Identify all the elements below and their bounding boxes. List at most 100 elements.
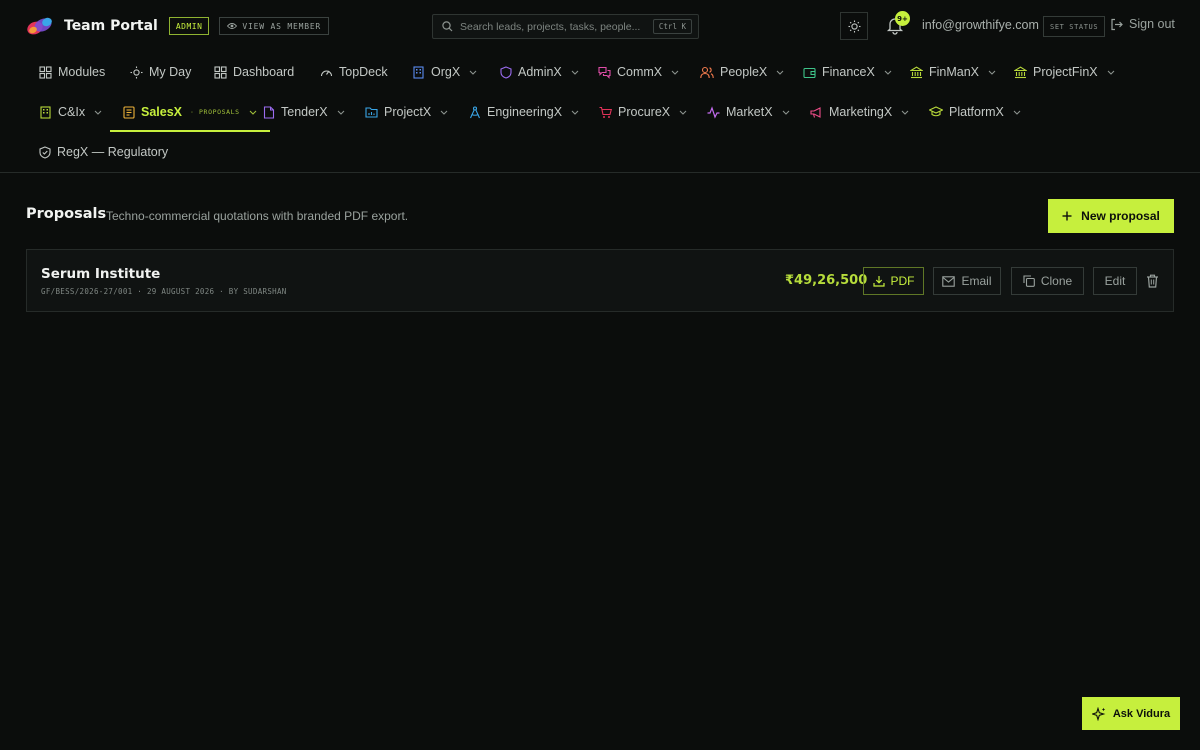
- chevron-down-icon: [679, 110, 687, 115]
- nav-item-label: PeopleX: [720, 65, 768, 79]
- email-label: Email: [961, 274, 992, 288]
- nav-item-my-day[interactable]: My Day: [130, 52, 191, 92]
- nav-item-commx[interactable]: CommX: [598, 52, 679, 92]
- nav-sub-label-text: PROPOSALS: [199, 108, 240, 116]
- nav-item-peoplex[interactable]: PeopleX: [700, 52, 784, 92]
- nav-item-tenderx[interactable]: TenderX: [263, 92, 345, 132]
- shield-icon: [500, 65, 512, 79]
- ask-assistant-button[interactable]: Ask Vidura: [1082, 697, 1180, 730]
- nav-item-label: My Day: [149, 65, 192, 79]
- pdf-label: PDF: [890, 274, 915, 288]
- nav-item-engineeringx[interactable]: EngineeringX: [469, 92, 579, 132]
- nav-item-label: ProcureX: [618, 105, 671, 119]
- set-status-button[interactable]: SET STATUS: [1043, 16, 1106, 37]
- app-title: Team Portal: [64, 18, 158, 34]
- nav-item-marketx[interactable]: MarketX: [707, 92, 790, 132]
- nav-item-dashboard[interactable]: Dashboard: [214, 52, 294, 92]
- chevron-down-icon: [94, 110, 102, 115]
- document-icon: [123, 105, 135, 119]
- nav-item-adminx[interactable]: AdminX: [500, 52, 579, 92]
- page-title: Proposals: [26, 206, 107, 222]
- view-as-member-button[interactable]: VIEW AS MEMBER: [219, 17, 330, 35]
- mail-icon: [942, 275, 956, 287]
- user-email: info@growthifye.com: [922, 18, 1039, 32]
- nav-item-label: ProjectX: [384, 105, 432, 119]
- nav-item-cix[interactable]: C&Ix: [39, 92, 102, 132]
- nav-item-procurex[interactable]: ProcureX: [599, 92, 687, 132]
- top-bar: Team Portal ADMIN VIEW AS MEMBER Ctrl K …: [0, 0, 1200, 52]
- role-badge: ADMIN: [168, 17, 210, 35]
- search-input[interactable]: [460, 20, 653, 33]
- nav-item-projectx[interactable]: ProjectX: [365, 92, 448, 132]
- chevron-down-icon: [440, 110, 448, 115]
- nav-item-marketingx[interactable]: MarketingX: [810, 92, 909, 132]
- nav-item-label: C&Ix: [58, 105, 86, 119]
- nav-item-salesx[interactable]: SalesX · PROPOSALS: [110, 92, 270, 132]
- sign-out-icon: [1110, 18, 1123, 31]
- notification-count-badge: 9+: [895, 11, 910, 26]
- nav-sub-label: · PROPOSALS: [190, 108, 240, 116]
- nav-item-label: Dashboard: [233, 65, 295, 79]
- nav-item-topdeck[interactable]: TopDeck: [320, 52, 388, 92]
- clone-label: Clone: [1040, 274, 1073, 288]
- cart-icon: [599, 106, 612, 119]
- nav-item-label: PlatformX: [949, 105, 1004, 119]
- edit-label: Edit: [1104, 274, 1126, 288]
- nav-item-label: EngineeringX: [487, 105, 563, 119]
- new-proposal-label: New proposal: [1081, 209, 1160, 223]
- new-proposal-button[interactable]: New proposal: [1048, 199, 1174, 233]
- search-box[interactable]: Ctrl K: [432, 14, 699, 39]
- nav-item-label: TopDeck: [339, 65, 388, 79]
- chevron-down-icon: [988, 70, 996, 75]
- pdf-download-button[interactable]: PDF: [863, 267, 924, 295]
- file-icon: [263, 105, 275, 119]
- nav-item-label: MarketX: [726, 105, 773, 119]
- nav-item-label: TenderX: [281, 105, 328, 119]
- chevron-down-icon: [469, 70, 477, 75]
- search-icon: [442, 21, 453, 32]
- trash-icon: [1146, 274, 1160, 288]
- nav-item-orgx[interactable]: OrgX: [412, 52, 477, 92]
- nav-item-label: MarketingX: [829, 105, 893, 119]
- eye-icon: [227, 22, 238, 30]
- chat-icon: [598, 66, 611, 79]
- nav-item-financex[interactable]: FinanceX: [803, 52, 892, 92]
- chevron-down-icon: [571, 110, 579, 115]
- grid-icon: [39, 65, 52, 79]
- edit-button[interactable]: Edit: [1093, 267, 1137, 295]
- nav-item-label: SalesX: [141, 105, 183, 119]
- nav-item-finmanx[interactable]: FinManX: [910, 52, 996, 92]
- brand[interactable]: Team Portal ADMIN VIEW AS MEMBER: [26, 14, 330, 38]
- nav-item-projectfinx[interactable]: ProjectFinX: [1014, 52, 1115, 92]
- chevron-down-icon: [249, 110, 257, 115]
- chevron-down-icon: [776, 70, 784, 75]
- chevron-down-icon: [901, 110, 909, 115]
- nav-row-1: Modules My Day Dashboard TopDeck OrgX Ad…: [0, 52, 1200, 92]
- theme-toggle-button[interactable]: [840, 12, 868, 40]
- copy-icon: [1023, 275, 1035, 287]
- nav-item-label: FinanceX: [822, 65, 875, 79]
- proposal-card[interactable]: Serum Institute GF/BESS/2026-27/001 · 29…: [26, 249, 1174, 312]
- module-navigation: Modules My Day Dashboard TopDeck OrgX Ad…: [0, 52, 1200, 173]
- nav-item-platformx[interactable]: PlatformX: [929, 92, 1021, 132]
- sign-out-button[interactable]: Sign out: [1110, 17, 1175, 31]
- nav-item-label: CommX: [617, 65, 663, 79]
- chevron-down-icon: [337, 110, 345, 115]
- chevron-down-icon: [1107, 70, 1115, 75]
- nav-item-regx[interactable]: RegX — Regulatory: [39, 132, 168, 172]
- nav-item-modules[interactable]: Modules: [39, 52, 105, 92]
- delete-button[interactable]: [1146, 274, 1160, 288]
- users-icon: [700, 66, 714, 79]
- graduation-icon: [929, 106, 943, 118]
- compass-icon: [469, 105, 481, 119]
- wallet-icon: [803, 66, 816, 79]
- page-subtitle: Techno-commercial quotations with brande…: [106, 209, 409, 223]
- nav-item-label: OrgX: [431, 65, 461, 79]
- email-button[interactable]: Email: [933, 267, 1001, 295]
- clone-button[interactable]: Clone: [1011, 267, 1084, 295]
- building-icon: [412, 65, 425, 79]
- nav-row-3: RegX — Regulatory: [0, 132, 1200, 172]
- bank-icon: [910, 66, 923, 79]
- nav-item-label: ProjectFinX: [1033, 65, 1098, 79]
- proposal-amount: ₹49,26,500: [785, 273, 868, 288]
